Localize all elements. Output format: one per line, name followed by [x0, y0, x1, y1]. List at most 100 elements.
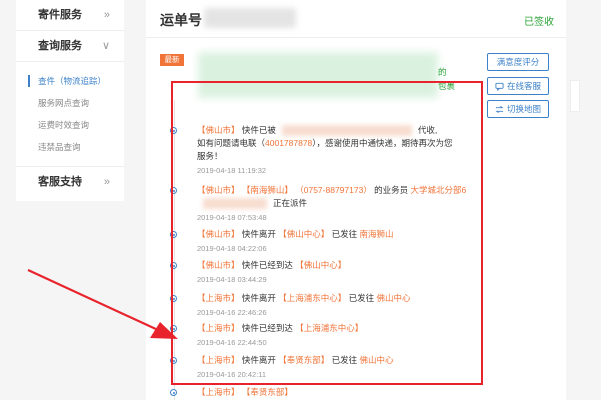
page-title: 运单号: [160, 12, 202, 28]
event-text-line: 【佛山市】 快件离开 【佛山中心】 已发往 南海狮山: [197, 228, 394, 241]
event-highlight: 【佛山市】: [197, 185, 240, 195]
page-edge: [568, 0, 601, 400]
event-timestamp: 2019-04-16 22:46:26: [197, 308, 267, 317]
divider: [146, 37, 566, 38]
event-text: 快件已经到达: [239, 260, 296, 270]
event-text-line: 【上海市】 快件已经到达 【上海浦东中心】: [197, 322, 363, 335]
sidebar-item-fee-time[interactable]: 运费时效查询: [16, 114, 124, 136]
sidebar-section-label: 查询服务: [38, 40, 82, 52]
timeline-dot: [170, 231, 177, 238]
swap-icon: [495, 105, 504, 113]
sidebar-section-label: 客服支持: [38, 176, 82, 188]
sidebar-item-track[interactable]: 查件（物流追踪）: [16, 70, 124, 92]
timeline-event: 【佛山市】 快件离开 【佛山中心】 已发往 南海狮山 2019-04-18 04:…: [197, 228, 394, 255]
timeline-event: 【上海市】 快件离开 【奉贤东部】 已发往 佛山中心 2019-04-16 20:…: [197, 354, 394, 381]
timeline-event: 【上海市】 快件离开 【上海浦东中心】 已发往 佛山中心 2019-04-16 2…: [197, 292, 411, 319]
latest-fragment: 包裹: [438, 81, 456, 91]
event-highlight: 【上海浦东中心】: [278, 293, 347, 303]
redacted-waybill-number: [204, 8, 296, 28]
online-service-label: 在线客服: [506, 81, 541, 91]
timeline-dot: [170, 325, 177, 332]
event-text: 快件已经到达: [239, 323, 296, 333]
event-text: 快件离开: [239, 229, 279, 239]
event-highlight: 4001787878: [265, 138, 313, 148]
event-text: 如有问题请电联（: [197, 138, 266, 148]
sidebar-section-shipping[interactable]: 寄件服务 »: [16, 0, 124, 31]
latest-badge: 最新: [160, 54, 184, 66]
event-text-line: 【上海市】 快件离开 【上海浦东中心】 已发往 佛山中心: [197, 292, 411, 305]
switch-map-button[interactable]: 切换地图: [487, 100, 549, 118]
floating-tab: [570, 80, 580, 112]
event-text-line: 【佛山市】 快件已被 代收,: [197, 124, 453, 137]
event-text: 快件已被: [239, 125, 276, 135]
event-text: 的业务员: [371, 185, 411, 195]
latest-fragment: 的: [438, 67, 447, 77]
redacted-text: [203, 198, 267, 210]
timeline-event: 【上海市】 【奉贤东部】: [197, 386, 293, 399]
event-highlight: 【奉贤东部】: [239, 387, 293, 397]
chat-icon: [495, 82, 504, 91]
event-text: 正在派件: [273, 198, 308, 208]
event-highlight: 【佛山中心】: [278, 229, 330, 239]
event-text-line: 【上海市】 【奉贤东部】: [197, 386, 293, 399]
event-text: 快件离开: [239, 355, 279, 365]
rate-button[interactable]: 满意度评分: [487, 53, 549, 71]
timeline-dot: [170, 357, 177, 364]
timeline-event: 【佛山市】 快件已经到达 【佛山中心】 2019-04-18 03:44:29: [197, 259, 346, 286]
event-text: 代收,: [417, 125, 438, 135]
sidebar-item-outlets[interactable]: 服务网点查询: [16, 92, 124, 114]
tracking-panel: 运单号 已签收 最新 的 包裹 满意度评分 在线客服 切换地图 【佛山市】 快件…: [146, 0, 566, 400]
event-highlight: 【上海市】: [197, 387, 240, 397]
timeline-dot: [170, 262, 177, 269]
event-timestamp: 2019-04-16 20:42:11: [197, 370, 267, 379]
event-text-line: 【佛山市】 快件已经到达 【佛山中心】: [197, 259, 346, 272]
sidebar-section-support[interactable]: 客服支持 »: [16, 167, 124, 197]
event-timestamp: 2019-04-18 04:22:06: [197, 244, 267, 253]
event-text: 已发往: [329, 355, 360, 365]
event-highlight: 【南海狮山】: [239, 185, 293, 195]
redacted-latest-info: [198, 52, 438, 98]
timeline-dot: [170, 295, 177, 302]
online-service-button[interactable]: 在线客服: [487, 77, 549, 95]
event-highlight: 【上海市】: [197, 355, 240, 365]
double-chevron-right-icon: »: [103, 9, 110, 21]
event-text: 快件离开: [239, 293, 279, 303]
event-text-line: 【佛山市】 【南海狮山】 （0757-88797173） 的业务员 大学城北分部…: [197, 184, 466, 197]
event-timestamp: 2019-04-16 22:44:50: [197, 338, 267, 347]
event-highlight: 【佛山中心】: [295, 260, 347, 270]
event-highlight: 【上海市】: [197, 293, 240, 303]
event-highlight: 【上海浦东中心】: [295, 323, 364, 333]
sidebar-item-prohibited[interactable]: 违禁品查询: [16, 136, 124, 158]
event-highlight: （0757-88797173）: [292, 185, 372, 195]
event-highlight: 南海狮山: [359, 229, 394, 239]
double-chevron-right-icon: »: [103, 176, 110, 188]
timeline-event: 【上海市】 快件已经到达 【上海浦东中心】 2019-04-16 22:44:50: [197, 322, 363, 349]
event-highlight: 【奉贤东部】: [278, 355, 330, 365]
timeline-event: 【佛山市】 【南海狮山】 （0757-88797173） 的业务员 大学城北分部…: [197, 184, 466, 224]
event-text-line: 服务！: [197, 151, 223, 161]
event-highlight: 佛山中心: [376, 293, 411, 303]
event-timestamp: 2019-04-18 07:53:48: [197, 213, 267, 222]
event-timestamp: 2019-04-18 03:44:29: [197, 275, 267, 284]
event-timestamp: 2019-04-18 11:19:32: [197, 166, 267, 175]
sidebar-section-label: 寄件服务: [38, 9, 82, 21]
timeline-event: 【佛山市】 快件已被 代收, 如有问题请电联（4001787878），感谢使用中通快…: [197, 124, 453, 177]
event-highlight: 【佛山市】: [197, 125, 240, 135]
event-highlight: 【佛山市】: [197, 229, 240, 239]
switch-map-label: 切换地图: [506, 104, 541, 114]
event-highlight: 大学城北分部6: [410, 185, 467, 195]
chevron-down-icon: ∨: [101, 40, 110, 52]
timeline-dot: [170, 389, 177, 396]
event-highlight: 佛山中心: [359, 355, 394, 365]
redacted-text: [281, 125, 412, 137]
timeline-dot: [170, 187, 177, 194]
event-text-line: 如有问题请电联（4001787878），感谢使用中通快递，期待再次为您: [197, 137, 453, 150]
timeline-dot: [170, 127, 177, 134]
event-highlight: 【上海市】: [197, 323, 240, 333]
timeline-line: [174, 100, 175, 400]
sidebar: 寄件服务 » 查询服务 ∨ 查件（物流追踪） 服务网点查询 运费时效查询 违禁品…: [16, 0, 124, 201]
event-text-line: 正在派件: [197, 197, 466, 210]
sidebar-section-query[interactable]: 查询服务 ∨: [16, 31, 124, 62]
status-badge: 已签收: [524, 17, 554, 28]
event-text: 已发往: [346, 293, 377, 303]
